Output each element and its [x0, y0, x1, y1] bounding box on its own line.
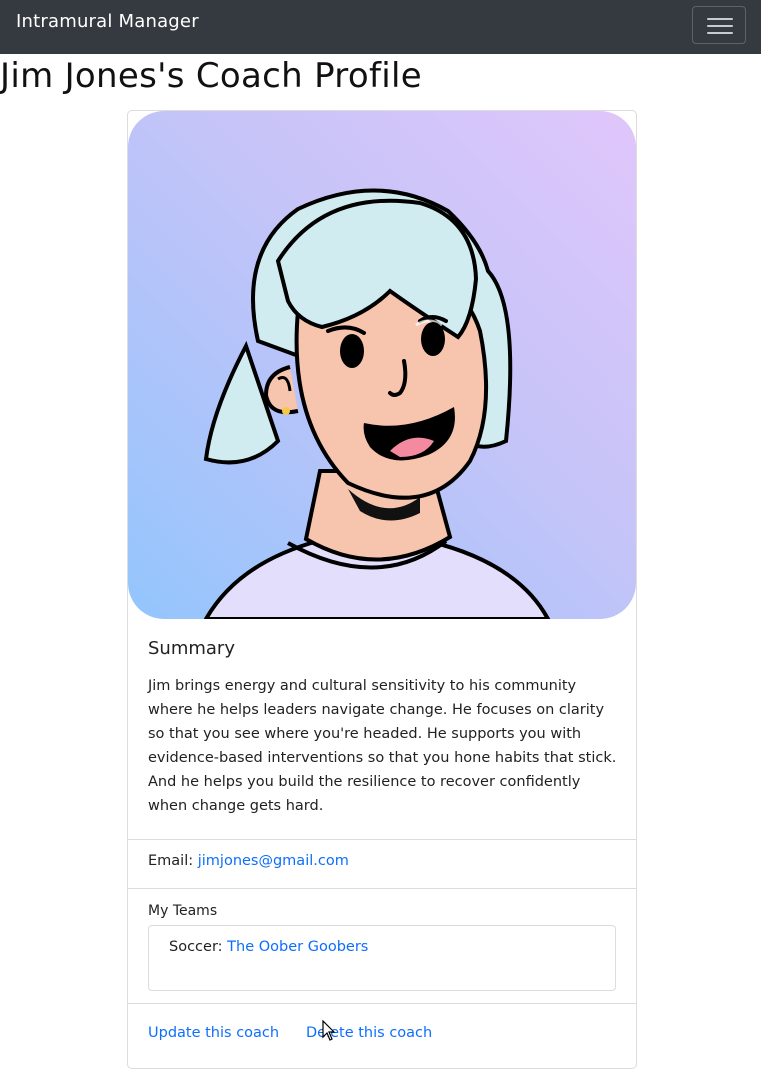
team-link[interactable]: The Oober Goobers: [227, 939, 368, 955]
divider: [128, 888, 636, 889]
divider: [128, 1003, 636, 1004]
summary-title: Summary: [148, 638, 235, 659]
page-title: Jim Jones's Coach Profile: [0, 56, 422, 96]
navbar-brand[interactable]: Intramural Manager: [16, 11, 199, 32]
summary-text: Jim brings energy and cultural sensitivi…: [148, 678, 617, 814]
teams-label: My Teams: [148, 903, 218, 919]
coach-avatar: [128, 111, 636, 619]
email-label: Email:: [148, 853, 194, 869]
hamburger-menu-icon[interactable]: [692, 6, 746, 44]
email-row: Email: jimjones@gmail.com: [148, 853, 349, 869]
divider: [128, 839, 636, 840]
update-coach-link[interactable]: Update this coach: [148, 1025, 279, 1041]
email-link[interactable]: jimjones@gmail.com: [198, 853, 349, 869]
list-item: Soccer: The Oober Goobers: [169, 939, 368, 955]
navbar: Intramural Manager: [0, 0, 761, 54]
teams-list: Soccer: The Oober Goobers: [148, 925, 616, 991]
team-sport: Soccer:: [169, 939, 223, 955]
coach-profile-card: Summary Jim brings energy and cultural s…: [127, 110, 637, 1069]
mouse-cursor-icon: [322, 1020, 336, 1041]
